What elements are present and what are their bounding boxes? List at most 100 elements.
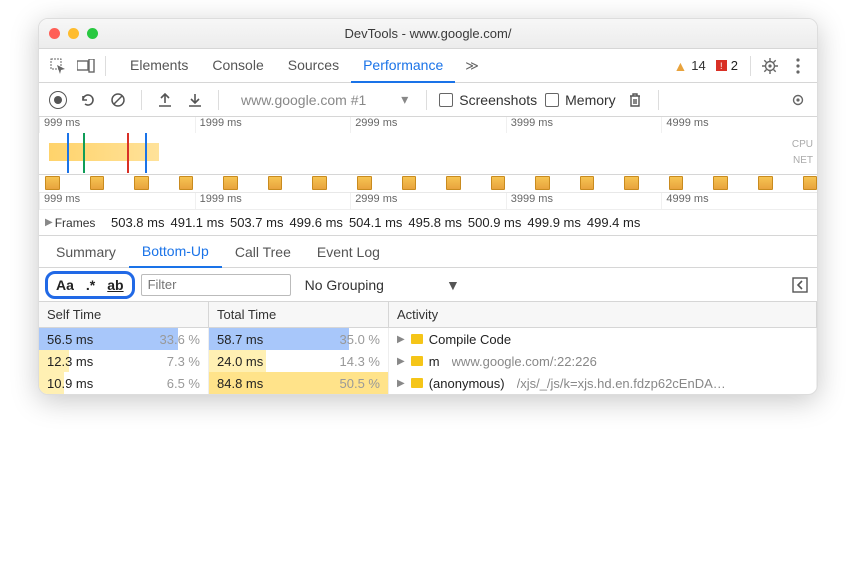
main-tabbar: Elements Console Sources Performance ≫ ▲… — [39, 49, 817, 83]
recording-select[interactable]: www.google.com #1 ▾ — [231, 89, 414, 111]
more-tabs-icon[interactable]: ≫ — [457, 58, 487, 74]
screenshot-thumb[interactable] — [402, 176, 417, 190]
case-sensitive-toggle[interactable]: Aa — [56, 277, 74, 293]
time-tick: 4999 ms — [661, 193, 817, 209]
timeline-marker — [83, 133, 85, 173]
col-total-time[interactable]: Total Time — [209, 302, 389, 328]
time-tick: 999 ms — [39, 193, 195, 209]
screenshot-thumb[interactable] — [134, 176, 149, 190]
reload-record-button[interactable] — [77, 89, 99, 111]
frames-track-label[interactable]: Frames — [55, 216, 96, 230]
details-tabbar: Summary Bottom-Up Call Tree Event Log — [39, 236, 817, 268]
upload-profile-button[interactable] — [154, 89, 176, 111]
record-button[interactable] — [47, 89, 69, 111]
devtools-window: DevTools - www.google.com/ Elements Cons… — [38, 18, 818, 395]
performance-controlbar: www.google.com #1 ▾ Screenshots Memory — [39, 83, 817, 117]
filter-toolbar: Aa .* ab No Grouping ▼ — [39, 268, 817, 302]
screenshot-thumb[interactable] — [223, 176, 238, 190]
regex-toggle[interactable]: .* — [86, 277, 95, 293]
tab-summary[interactable]: Summary — [43, 237, 129, 267]
warnings-badge[interactable]: ▲14 — [673, 58, 705, 74]
cpu-label: CPU — [792, 139, 813, 150]
activity-cell[interactable]: ▶mwww.google.com/:22:226 — [389, 350, 817, 372]
self-time-cell[interactable]: 10.9 ms6.5 % — [39, 372, 209, 394]
activity-cell[interactable]: ▶Compile Code — [389, 328, 817, 350]
settings-gear-icon[interactable] — [757, 53, 783, 79]
col-self-time[interactable]: Self Time — [39, 302, 209, 328]
show-heaviest-stack-icon[interactable] — [789, 274, 811, 296]
timeline-marker — [145, 133, 147, 173]
flame-overview — [49, 143, 159, 161]
device-toolbar-icon[interactable] — [73, 53, 99, 79]
grouping-select[interactable]: No Grouping ▼ — [297, 277, 468, 293]
script-icon — [411, 378, 423, 388]
download-profile-button[interactable] — [184, 89, 206, 111]
tab-event-log[interactable]: Event Log — [304, 237, 393, 267]
capture-settings-gear-icon[interactable] — [787, 89, 809, 111]
screenshot-thumb[interactable] — [90, 176, 105, 190]
net-label: NET — [793, 155, 813, 166]
total-time-cell[interactable]: 58.7 ms35.0 % — [209, 328, 389, 350]
screenshot-thumb[interactable] — [803, 176, 818, 190]
timeline-marker — [127, 133, 129, 173]
col-activity[interactable]: Activity — [389, 302, 817, 328]
filter-input[interactable] — [141, 274, 291, 296]
screenshot-strip[interactable] — [39, 175, 817, 193]
self-time-cell[interactable]: 12.3 ms7.3 % — [39, 350, 209, 372]
total-time-cell[interactable]: 84.8 ms50.5 % — [209, 372, 389, 394]
disclosure-triangle-icon[interactable]: ▶ — [397, 378, 405, 389]
screenshot-thumb[interactable] — [535, 176, 550, 190]
screenshot-thumb[interactable] — [491, 176, 506, 190]
screenshot-thumb[interactable] — [624, 176, 639, 190]
tab-console[interactable]: Console — [200, 49, 275, 83]
time-tick: 2999 ms — [350, 193, 506, 209]
total-time-cell[interactable]: 24.0 ms14.3 % — [209, 350, 389, 372]
screenshot-thumb[interactable] — [669, 176, 684, 190]
tab-call-tree[interactable]: Call Tree — [222, 237, 304, 267]
disclosure-triangle-icon[interactable]: ▶ — [397, 356, 405, 367]
screenshot-thumb[interactable] — [357, 176, 372, 190]
time-tick: 3999 ms — [506, 117, 662, 133]
timeline-overview[interactable]: 999 ms1999 ms2999 ms3999 ms4999 ms CPU N… — [39, 117, 817, 175]
screenshot-thumb[interactable] — [45, 176, 60, 190]
dropdown-caret-icon: ▾ — [401, 91, 408, 108]
time-tick: 3999 ms — [506, 193, 662, 209]
tab-sources[interactable]: Sources — [276, 49, 351, 83]
flame-chart-header: 999 ms1999 ms2999 ms3999 ms4999 ms ▶Fram… — [39, 193, 817, 236]
screenshot-thumb[interactable] — [713, 176, 728, 190]
source-link[interactable]: www.google.com/:22:226 — [452, 354, 597, 369]
screenshot-thumb[interactable] — [580, 176, 595, 190]
time-tick: 999 ms — [39, 117, 195, 133]
clear-button[interactable] — [107, 89, 129, 111]
screenshot-thumb[interactable] — [179, 176, 194, 190]
script-icon — [411, 356, 423, 366]
titlebar: DevTools - www.google.com/ — [39, 19, 817, 49]
source-link[interactable]: /xjs/_/js/k=xjs.hd.en.fdzp62cEnDA… — [517, 376, 726, 391]
screenshot-thumb[interactable] — [268, 176, 283, 190]
match-whole-word-toggle[interactable]: ab — [107, 277, 123, 293]
delete-profile-button[interactable] — [624, 89, 646, 111]
tab-performance[interactable]: Performance — [351, 49, 455, 83]
errors-badge[interactable]: !2 — [716, 58, 738, 73]
timeline-marker — [67, 133, 69, 173]
bottom-up-table: Self Time Total Time Activity 56.5 ms33.… — [39, 302, 817, 394]
time-tick: 1999 ms — [195, 117, 351, 133]
time-tick: 4999 ms — [661, 117, 817, 133]
screenshot-thumb[interactable] — [312, 176, 327, 190]
time-tick: 1999 ms — [195, 193, 351, 209]
screenshot-thumb[interactable] — [446, 176, 461, 190]
window-title: DevTools - www.google.com/ — [39, 26, 817, 41]
inspect-element-icon[interactable] — [45, 53, 71, 79]
kebab-menu-icon[interactable] — [785, 53, 811, 79]
tab-elements[interactable]: Elements — [118, 49, 200, 83]
memory-checkbox[interactable]: Memory — [545, 92, 616, 108]
disclosure-triangle-icon[interactable]: ▶ — [45, 217, 53, 228]
disclosure-triangle-icon[interactable]: ▶ — [397, 334, 405, 345]
frame-durations: 503.8 ms491.1 ms503.7 ms499.6 ms504.1 ms… — [111, 215, 640, 230]
screenshots-checkbox[interactable]: Screenshots — [439, 92, 537, 108]
tab-bottom-up[interactable]: Bottom-Up — [129, 236, 222, 268]
screenshot-thumb[interactable] — [758, 176, 773, 190]
activity-cell[interactable]: ▶(anonymous)/xjs/_/js/k=xjs.hd.en.fdzp62… — [389, 372, 817, 394]
script-icon — [411, 334, 423, 344]
self-time-cell[interactable]: 56.5 ms33.6 % — [39, 328, 209, 350]
